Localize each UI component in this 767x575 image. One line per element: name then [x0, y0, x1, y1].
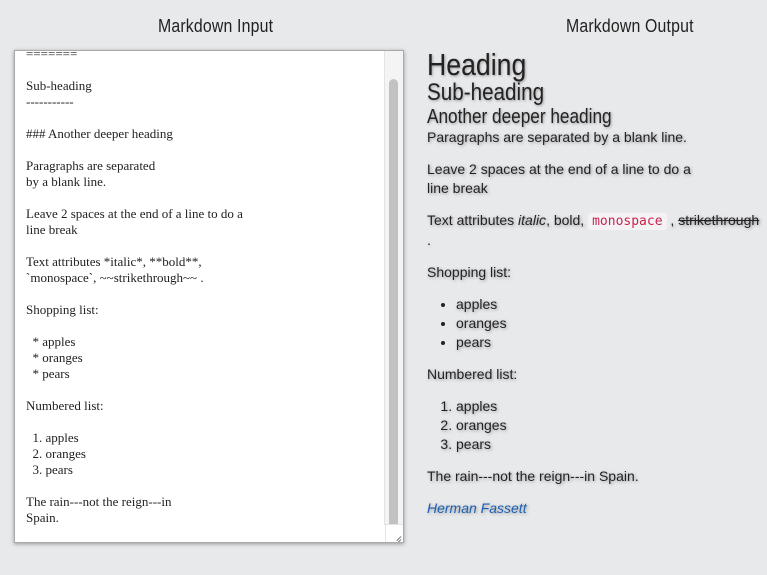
output-heading-3: Another deeper heading [427, 106, 612, 128]
numbered-list: apples oranges pears [427, 397, 762, 454]
line-break-line-1: Leave 2 spaces at the end of a line to d… [427, 161, 691, 177]
markdown-input-textarea[interactable]: ======= Sub-heading ----------- ### Anot… [14, 50, 404, 543]
numbered-list-label: Numbered list: [427, 366, 518, 382]
attrs-italic: italic [518, 212, 547, 228]
attrs-strikethrough: strikethrough [678, 212, 760, 228]
attrs-bold: , bold, [546, 212, 589, 228]
shopping-list: apples oranges pears [427, 295, 762, 352]
output-panel-title: Markdown Output [566, 16, 694, 36]
output-heading-2: Sub-heading [427, 79, 545, 106]
shopping-list-label: Shopping list: [427, 264, 512, 280]
attrs-end: . [427, 232, 431, 248]
line-break-line-2: line break [427, 180, 488, 196]
markdown-output: Heading Sub-heading Another deeper headi… [427, 47, 762, 531]
vertical-scrollbar[interactable] [384, 51, 403, 542]
markdown-input-text[interactable]: ======= Sub-heading ----------- ### Anot… [26, 51, 243, 526]
list-item: pears [456, 435, 762, 454]
output-line-break-paragraph: Leave 2 spaces at the end of a line to d… [427, 160, 762, 198]
resize-handle-icon[interactable] [385, 524, 403, 542]
scrollbar-thumb[interactable] [389, 79, 398, 542]
list-item: oranges [456, 314, 762, 333]
output-text-attributes: Text attributes italic, bold, monospace … [427, 211, 762, 250]
list-item: oranges [456, 416, 762, 435]
rain-paragraph: The rain---not the reign---in Spain. [427, 468, 639, 484]
list-item: apples [456, 397, 762, 416]
list-item: pears [456, 333, 762, 352]
author-link[interactable]: Herman Fassett [427, 500, 527, 516]
output-heading-1: Heading [427, 47, 527, 82]
list-item: apples [456, 295, 762, 314]
attrs-monospace: monospace [588, 213, 667, 230]
attrs-prefix: Text attributes [427, 212, 519, 228]
attrs-separator: , [666, 212, 679, 228]
input-panel-title: Markdown Input [158, 16, 274, 36]
output-paragraph: Paragraphs are separated by a blank line… [427, 129, 687, 145]
